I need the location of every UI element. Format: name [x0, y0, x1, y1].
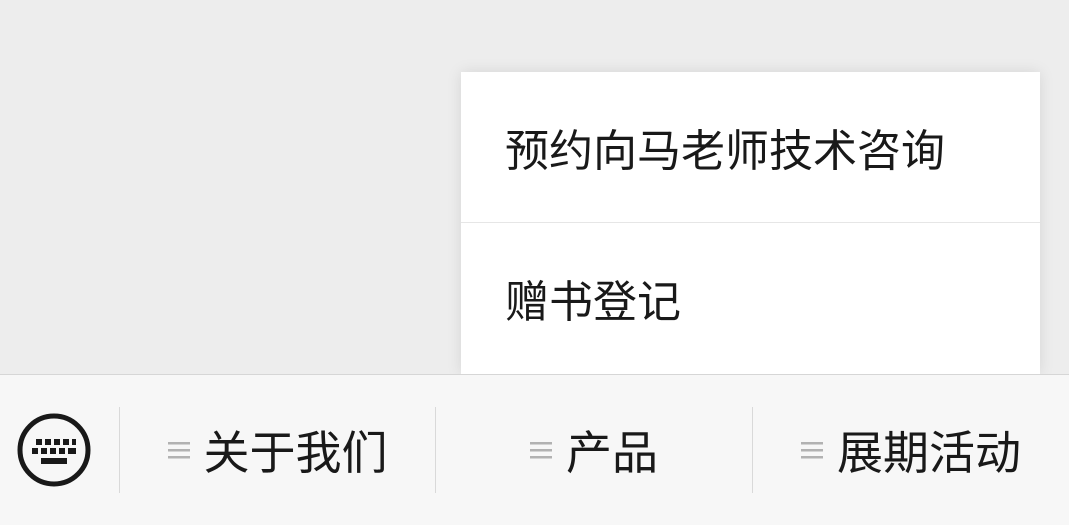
submenu-popup: 预约向马老师技术咨询 赠书登记 — [461, 72, 1040, 374]
menu-item-label: 产品 — [566, 426, 658, 480]
keyboard-icon — [17, 413, 91, 487]
menu-item-label: 展期活动 — [837, 426, 1021, 480]
keyboard-toggle-button[interactable] — [0, 375, 120, 525]
submenu-item-label: 预约向马老师技术咨询 — [505, 126, 945, 177]
menu-item-events[interactable]: 展期活动 — [753, 375, 1069, 525]
submenu-item-book-registration[interactable]: 赠书登记 — [461, 222, 1040, 373]
menu-item-products[interactable]: 产品 — [436, 375, 752, 525]
submenu-icon — [530, 440, 552, 460]
submenu-icon — [167, 440, 190, 460]
submenu-item-label: 赠书登记 — [505, 277, 681, 328]
menu-item-label: 关于我们 — [203, 426, 388, 480]
bottom-menu-bar: 关于我们 产品 展期活动 — [0, 374, 1069, 525]
submenu-item-consultation[interactable]: 预约向马老师技术咨询 — [461, 72, 1040, 222]
menu-item-about-us[interactable]: 关于我们 — [120, 375, 435, 525]
submenu-icon — [801, 440, 823, 460]
